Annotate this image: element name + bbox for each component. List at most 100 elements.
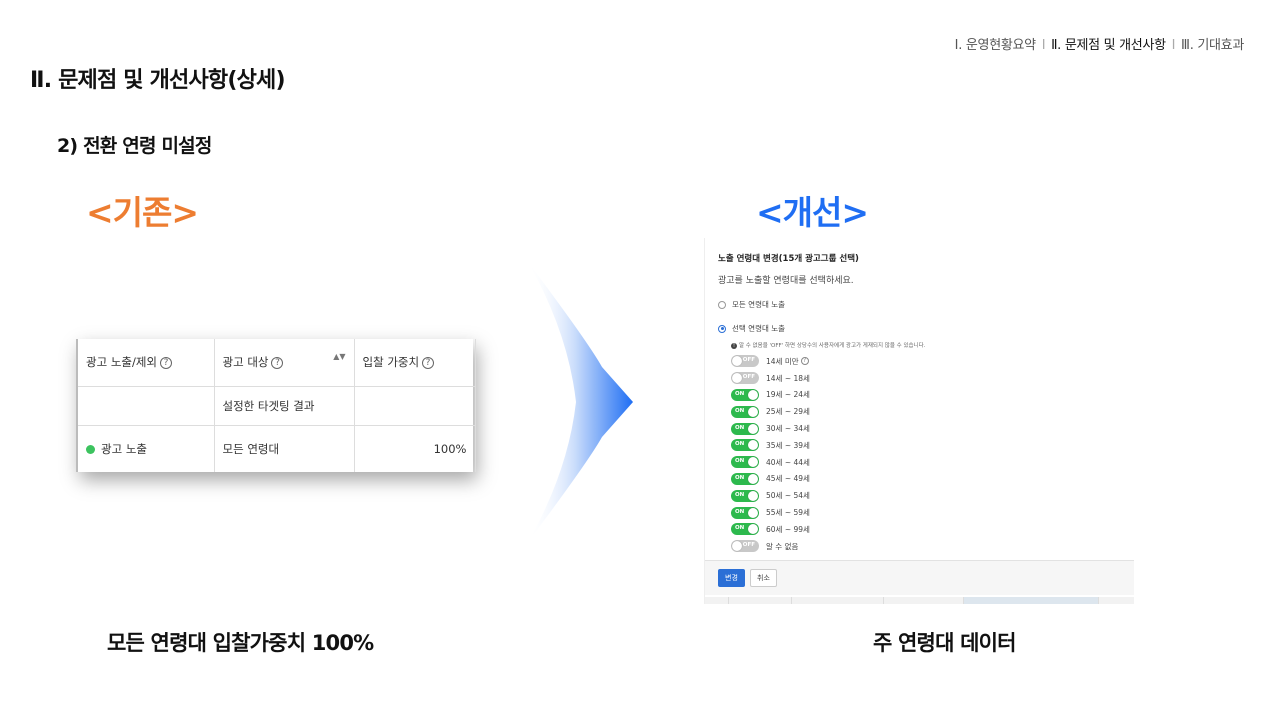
age-range-label: 55세 ~ 59세 [766,508,810,518]
age-toggle-row: OFF 알 수 없음 [731,538,1128,555]
toggle-state-label: ON [735,458,745,465]
age-range-label: 40세 ~ 44세 [766,457,810,467]
table-cell [78,386,215,426]
dialog-description: 광고를 노출할 연령대를 선택하세요. [718,276,854,286]
toggle-state-label: OFF [742,542,755,549]
age-toggle-row: ON 35세 ~ 39세 [731,437,1128,454]
toggle-switch[interactable]: ON [731,422,759,435]
radio-button[interactable] [718,324,726,333]
toggle-switch[interactable]: ON [731,439,759,452]
column-header-label: 광고 대상 [222,355,269,370]
toggle-switch[interactable]: ON [731,388,759,401]
toggle-switch[interactable]: ON [731,489,759,502]
toggle-knob [732,373,742,384]
dialog-title: 노출 연령대 변경(15개 광고그룹 선택) [718,254,859,264]
nav-item-effects[interactable]: Ⅲ. 기대효과 [1181,34,1244,53]
toggle-state-label: ON [735,525,745,532]
age-range-label: 14세 ~ 18세 [766,373,810,383]
toggle-state-label: ON [735,508,745,515]
toggle-knob [732,541,742,552]
toggle-knob [748,406,758,417]
help-icon[interactable]: ? [800,357,809,366]
table-row: 설정한 타겟팅 결과 [78,386,476,426]
toggle-knob [748,524,758,535]
toggle-switch[interactable]: ON [731,506,759,519]
toggle-state-label: ON [735,491,745,498]
table-cell-status: 광고 노출 [78,425,215,472]
help-icon[interactable]: ? [160,357,173,370]
after-label: <개선> [756,193,869,232]
help-icon[interactable]: ? [271,357,284,370]
column-header-exposure: 광고 노출/제외? [78,339,215,387]
age-settings-dialog: 노출 연령대 변경(15개 광고그룹 선택) 광고를 노출할 연령대를 선택하세… [704,238,1134,604]
nav-item-summary[interactable]: Ⅰ. 운영현황요약 [955,34,1036,53]
old-settings-table: 광고 노출/제외? 광고 대상? ▲▼ 입찰 가중치? 설정한 타겟팅 결과 광고… [76,339,476,472]
help-icon[interactable]: ? [422,357,435,370]
status-dot-icon [86,444,95,454]
radio-label: 선택 연령대 노출 [732,324,786,333]
toggle-switch[interactable]: OFF [731,355,759,368]
nav-separator: Ⅰ [1171,38,1176,53]
toggle-knob [748,457,758,468]
toggle-state-label: ON [735,407,745,414]
age-toggle-list: OFF 14세 미만? OFF 14세 ~ 18세 ON 19세 ~ 24세 ON 25세 ~… [731,353,1128,555]
top-navigation: Ⅰ. 운영현황요약 Ⅰ Ⅱ. 문제점 및 개선사항 Ⅰ Ⅲ. 기대효과 [955,34,1245,53]
age-toggle-row: ON 40세 ~ 44세 [731,454,1128,471]
info-icon: ! [731,343,737,349]
sort-icon[interactable]: ▲▼ [333,353,345,361]
table-cell: 설정한 타겟팅 결과 [214,386,355,426]
age-toggle-row: ON 50세 ~ 54세 [731,487,1128,504]
age-toggle-row: ON 19세 ~ 24세 [731,387,1128,404]
table-cell: 모든 연령대 [214,425,355,472]
toggle-knob [748,440,758,451]
age-range-label: 50세 ~ 54세 [766,491,810,501]
toggle-switch[interactable]: ON [731,456,759,469]
age-range-label: 알 수 없음 [766,541,799,551]
age-toggle-row: OFF 14세 미만? [731,353,1128,370]
transition-arrow-icon [528,262,633,542]
column-header-label: 입찰 가중치 [362,355,420,370]
table-cell-bid-weight: 100% [354,425,476,472]
column-header-bid-weight: 입찰 가중치? [354,339,476,387]
radio-all-ages[interactable]: 모든 연령대 노출 [718,299,1128,310]
column-header-label: 광고 노출/제외 [86,355,158,370]
toggle-state-label: OFF [742,374,755,381]
age-toggle-row: OFF 14세 ~ 18세 [731,370,1128,387]
nav-item-issues[interactable]: Ⅱ. 문제점 및 개선사항 [1051,34,1166,53]
before-label: <기존> [86,193,199,232]
toggle-switch[interactable]: OFF [731,540,759,553]
table-row: 광고 노출 모든 연령대 100% [78,425,476,472]
dialog-footer: 변경 취소 [705,560,1134,595]
age-range-label: 14세 미만 [766,356,799,366]
before-caption: 모든 연령대 입찰가중치 100% [107,631,374,655]
age-range-label: 60세 ~ 99세 [766,524,810,534]
change-button[interactable]: 변경 [718,569,745,587]
toggle-knob [748,423,758,434]
toggle-knob [748,473,758,484]
toggle-switch[interactable]: OFF [731,372,759,385]
toggle-knob [748,490,758,501]
cancel-button[interactable]: 취소 [750,569,777,587]
toggle-switch[interactable]: ON [731,472,759,485]
age-toggle-row: ON 25세 ~ 29세 [731,403,1128,420]
toggle-switch[interactable]: ON [731,523,759,536]
age-range-label: 25세 ~ 29세 [766,407,810,417]
section-title: 2) 전환 연령 미설정 [57,135,212,157]
age-toggle-row: ON 45세 ~ 49세 [731,471,1128,488]
toggle-state-label: ON [735,441,745,448]
warning-notice: ! 알 수 없음을 'OFF' 하면 상당수의 사용자에게 광고가 게재되지 않을… [731,341,1128,349]
toggle-knob [732,356,742,367]
toggle-switch[interactable]: ON [731,405,759,418]
age-range-label: 45세 ~ 49세 [766,474,810,484]
column-header-target[interactable]: 광고 대상? ▲▼ [214,339,355,387]
after-caption: 주 연령대 데이터 [873,631,1016,655]
age-range-label: 19세 ~ 24세 [766,390,810,400]
toggle-knob [748,507,758,518]
toggle-knob [748,389,758,400]
toggle-state-label: ON [735,424,745,431]
radio-label: 모든 연령대 노출 [732,300,786,309]
radio-selected-ages[interactable]: 선택 연령대 노출 [718,323,1128,334]
age-toggle-row: ON 30세 ~ 34세 [731,420,1128,437]
radio-button[interactable] [718,300,726,309]
age-range-label: 35세 ~ 39세 [766,440,810,450]
